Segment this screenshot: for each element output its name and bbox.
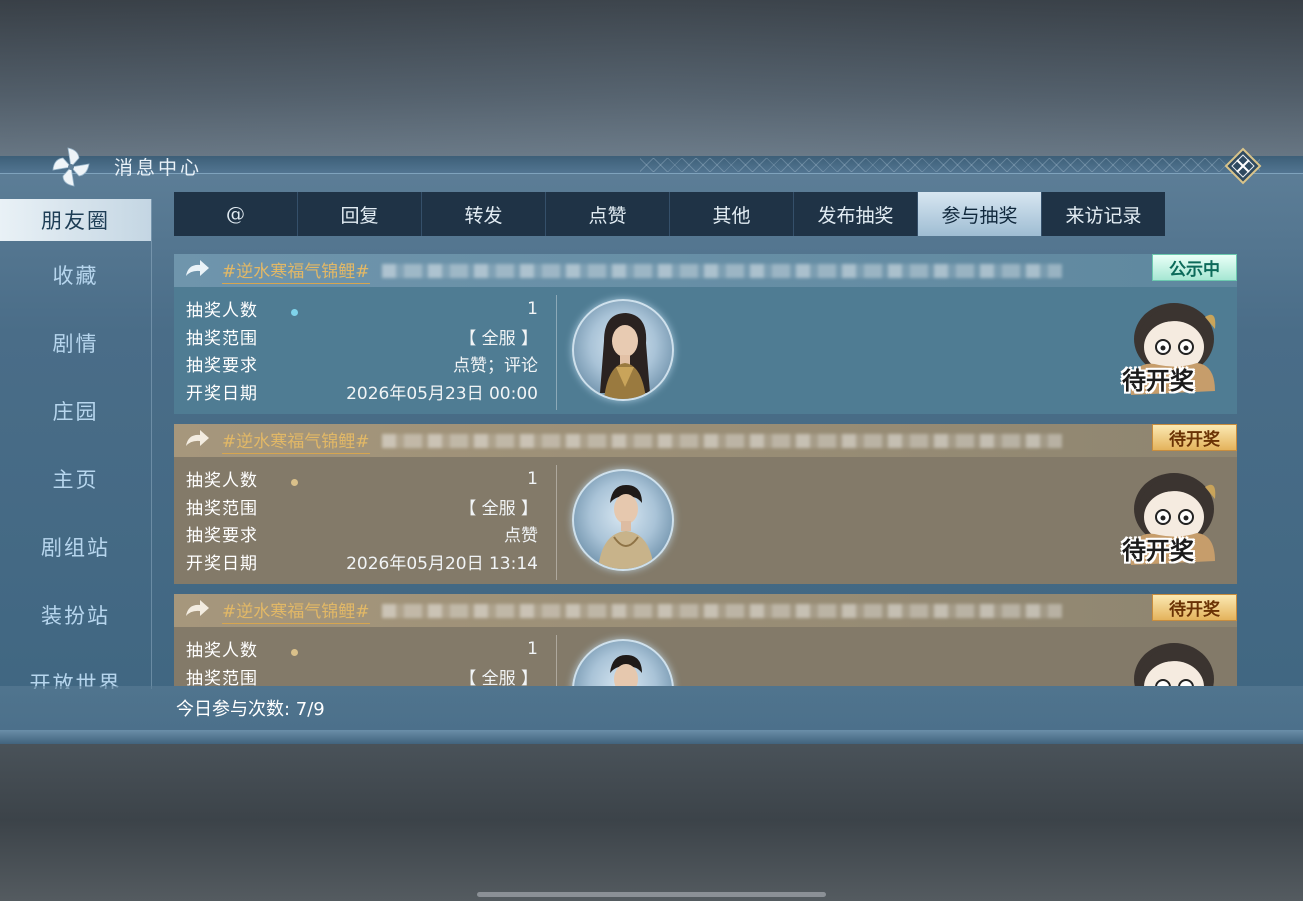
- scope-value: 【 全服 】: [459, 668, 538, 686]
- card-body: 抽奖人数 1 抽奖范围 【 全服 】 抽奖要求 点赞 开奖日期 2026年05月20日 …: [174, 457, 1237, 584]
- card-header: #逆水寒福气锦鲤# 待开奖: [174, 424, 1237, 457]
- mascot-caption: 待开奖: [1122, 366, 1194, 395]
- tab-bar: @ 回复 转发 点赞 其他 发布抽奖 参与抽奖 来访记录: [174, 192, 1165, 236]
- date-label: 开奖日期: [186, 553, 258, 574]
- tab-replies[interactable]: 回复: [298, 192, 422, 236]
- tab-published-lottery[interactable]: 发布抽奖: [794, 192, 918, 236]
- date-value: 2026年05月23日 00:00: [346, 383, 538, 404]
- requirement-label: 抽奖要求: [186, 356, 258, 377]
- lottery-list[interactable]: #逆水寒福气锦鲤# 公示中 抽奖人数 1 抽奖范围【 全服 】 抽奖要求 点赞；评论…: [174, 254, 1237, 686]
- requirement-value: 点赞: [504, 526, 538, 547]
- lottery-card[interactable]: #逆水寒福气锦鲤# 公示中 抽奖人数 1 抽奖范围 【 全服 】 抽奖要求 点赞；评论…: [174, 254, 1237, 414]
- sidebar-item-outfit-station[interactable]: 装扮站: [0, 581, 151, 649]
- lottery-info: 抽奖人数 1 抽奖范围 【 全服 】 抽奖要求 点赞 开奖日期 2026年05月20日 …: [186, 465, 538, 575]
- divider: [556, 635, 557, 686]
- divider: [556, 465, 557, 580]
- prize-avatar[interactable]: [572, 639, 674, 686]
- count-label: 抽奖人数: [186, 301, 258, 322]
- sidebar-item-moments[interactable]: 朋友圈: [0, 199, 151, 241]
- redacted-text: [381, 603, 1062, 618]
- prize-avatar[interactable]: [572, 299, 674, 401]
- status-badge: 待开奖: [1152, 424, 1237, 451]
- topic-tag[interactable]: #逆水寒福气锦鲤#: [222, 597, 370, 624]
- repost-arrow-icon: [186, 259, 209, 276]
- window-bottom-band: [0, 730, 1303, 744]
- redacted-text: [381, 433, 1062, 448]
- sidebar-item-crew-station[interactable]: 剧组站: [0, 513, 151, 581]
- count-value: 1: [527, 638, 538, 659]
- tab-likes[interactable]: 点赞: [546, 192, 670, 236]
- topic-tag[interactable]: #逆水寒福气锦鲤#: [222, 427, 370, 454]
- topic-tag[interactable]: #逆水寒福气锦鲤#: [222, 257, 370, 284]
- tab-other[interactable]: 其他: [670, 192, 794, 236]
- date-value: 2026年05月20日 13:14: [346, 553, 538, 574]
- requirement-value: 点赞；评论: [453, 356, 538, 377]
- card-body: 抽奖人数 1 抽奖范围 【 全服 】: [174, 627, 1237, 686]
- status-badge: 公示中: [1152, 254, 1237, 281]
- mascot-caption: 待开奖: [1122, 536, 1194, 565]
- tab-joined-lottery[interactable]: 参与抽奖: [918, 192, 1042, 236]
- header-pattern: [640, 158, 1260, 172]
- prize-avatar[interactable]: [572, 469, 674, 571]
- lottery-info: 抽奖人数 1 抽奖范围 【 全服 】 抽奖要求 点赞；评论 开奖日期 2026年05月2…: [186, 295, 538, 405]
- card-body: 抽奖人数 1 抽奖范围 【 全服 】 抽奖要求 点赞；评论 开奖日期 2026年05月2…: [174, 287, 1237, 414]
- window-title: 消息中心: [114, 157, 203, 179]
- sidebar: 朋友圈 收藏 剧情 庄园 主页 剧组站 装扮站 开放世界: [0, 199, 152, 689]
- female-character-icon: [600, 313, 650, 399]
- sidebar-item-favorites[interactable]: 收藏: [0, 241, 151, 309]
- scope-value: 【 全服 】: [459, 328, 538, 349]
- lottery-card[interactable]: #逆水寒福气锦鲤# 待开奖 抽奖人数 1 抽奖范围 【 全服 】: [174, 594, 1237, 686]
- count-label: 抽奖人数: [186, 471, 258, 492]
- pinwheel-logo-icon: [52, 147, 90, 187]
- lottery-card[interactable]: #逆水寒福气锦鲤# 待开奖 抽奖人数 1 抽奖范围 【 全服 】 抽奖要求 点赞 开奖…: [174, 424, 1237, 584]
- requirement-label: 抽奖要求: [186, 526, 258, 547]
- repost-arrow-icon: [186, 429, 209, 446]
- repost-arrow-icon: [186, 599, 209, 616]
- mascot-waiting-icon: [1134, 643, 1214, 686]
- tab-mentions[interactable]: @: [174, 192, 298, 236]
- redacted-text: [381, 263, 1062, 278]
- male-character-icon: [598, 485, 654, 569]
- tab-visit-records[interactable]: 来访记录: [1042, 192, 1165, 236]
- background-bottom: [0, 740, 1303, 901]
- sidebar-item-homepage[interactable]: 主页: [0, 445, 151, 513]
- sidebar-item-open-world[interactable]: 开放世界: [0, 649, 151, 689]
- scope-label: 抽奖范围: [186, 328, 258, 349]
- daily-participation-count: 今日参与次数: 7/9: [176, 699, 325, 720]
- home-indicator[interactable]: [477, 892, 826, 897]
- card-header: #逆水寒福气锦鲤# 公示中: [174, 254, 1237, 287]
- background-top: [0, 0, 1303, 160]
- tab-reposts[interactable]: 转发: [422, 192, 546, 236]
- male-character-icon: [610, 655, 642, 686]
- message-center-window: 消息中心 朋友圈 收藏 剧情 庄园 主页 剧组站 装扮站 开放世界 @ 回复 转…: [0, 147, 1303, 744]
- count-label: 抽奖人数: [186, 641, 258, 662]
- scope-label: 抽奖范围: [186, 498, 258, 519]
- divider: [556, 295, 557, 410]
- status-badge: 待开奖: [1152, 594, 1237, 621]
- lottery-info: 抽奖人数 1 抽奖范围 【 全服 】: [186, 635, 538, 686]
- count-value: 1: [527, 298, 538, 319]
- scope-value: 【 全服 】: [459, 498, 538, 519]
- sidebar-item-story[interactable]: 剧情: [0, 309, 151, 377]
- scope-label: 抽奖范围: [186, 668, 258, 686]
- count-value: 1: [527, 468, 538, 489]
- close-icon[interactable]: [1224, 147, 1262, 185]
- date-label: 开奖日期: [186, 383, 258, 404]
- sidebar-item-manor[interactable]: 庄园: [0, 377, 151, 445]
- card-header: #逆水寒福气锦鲤# 待开奖: [174, 594, 1237, 627]
